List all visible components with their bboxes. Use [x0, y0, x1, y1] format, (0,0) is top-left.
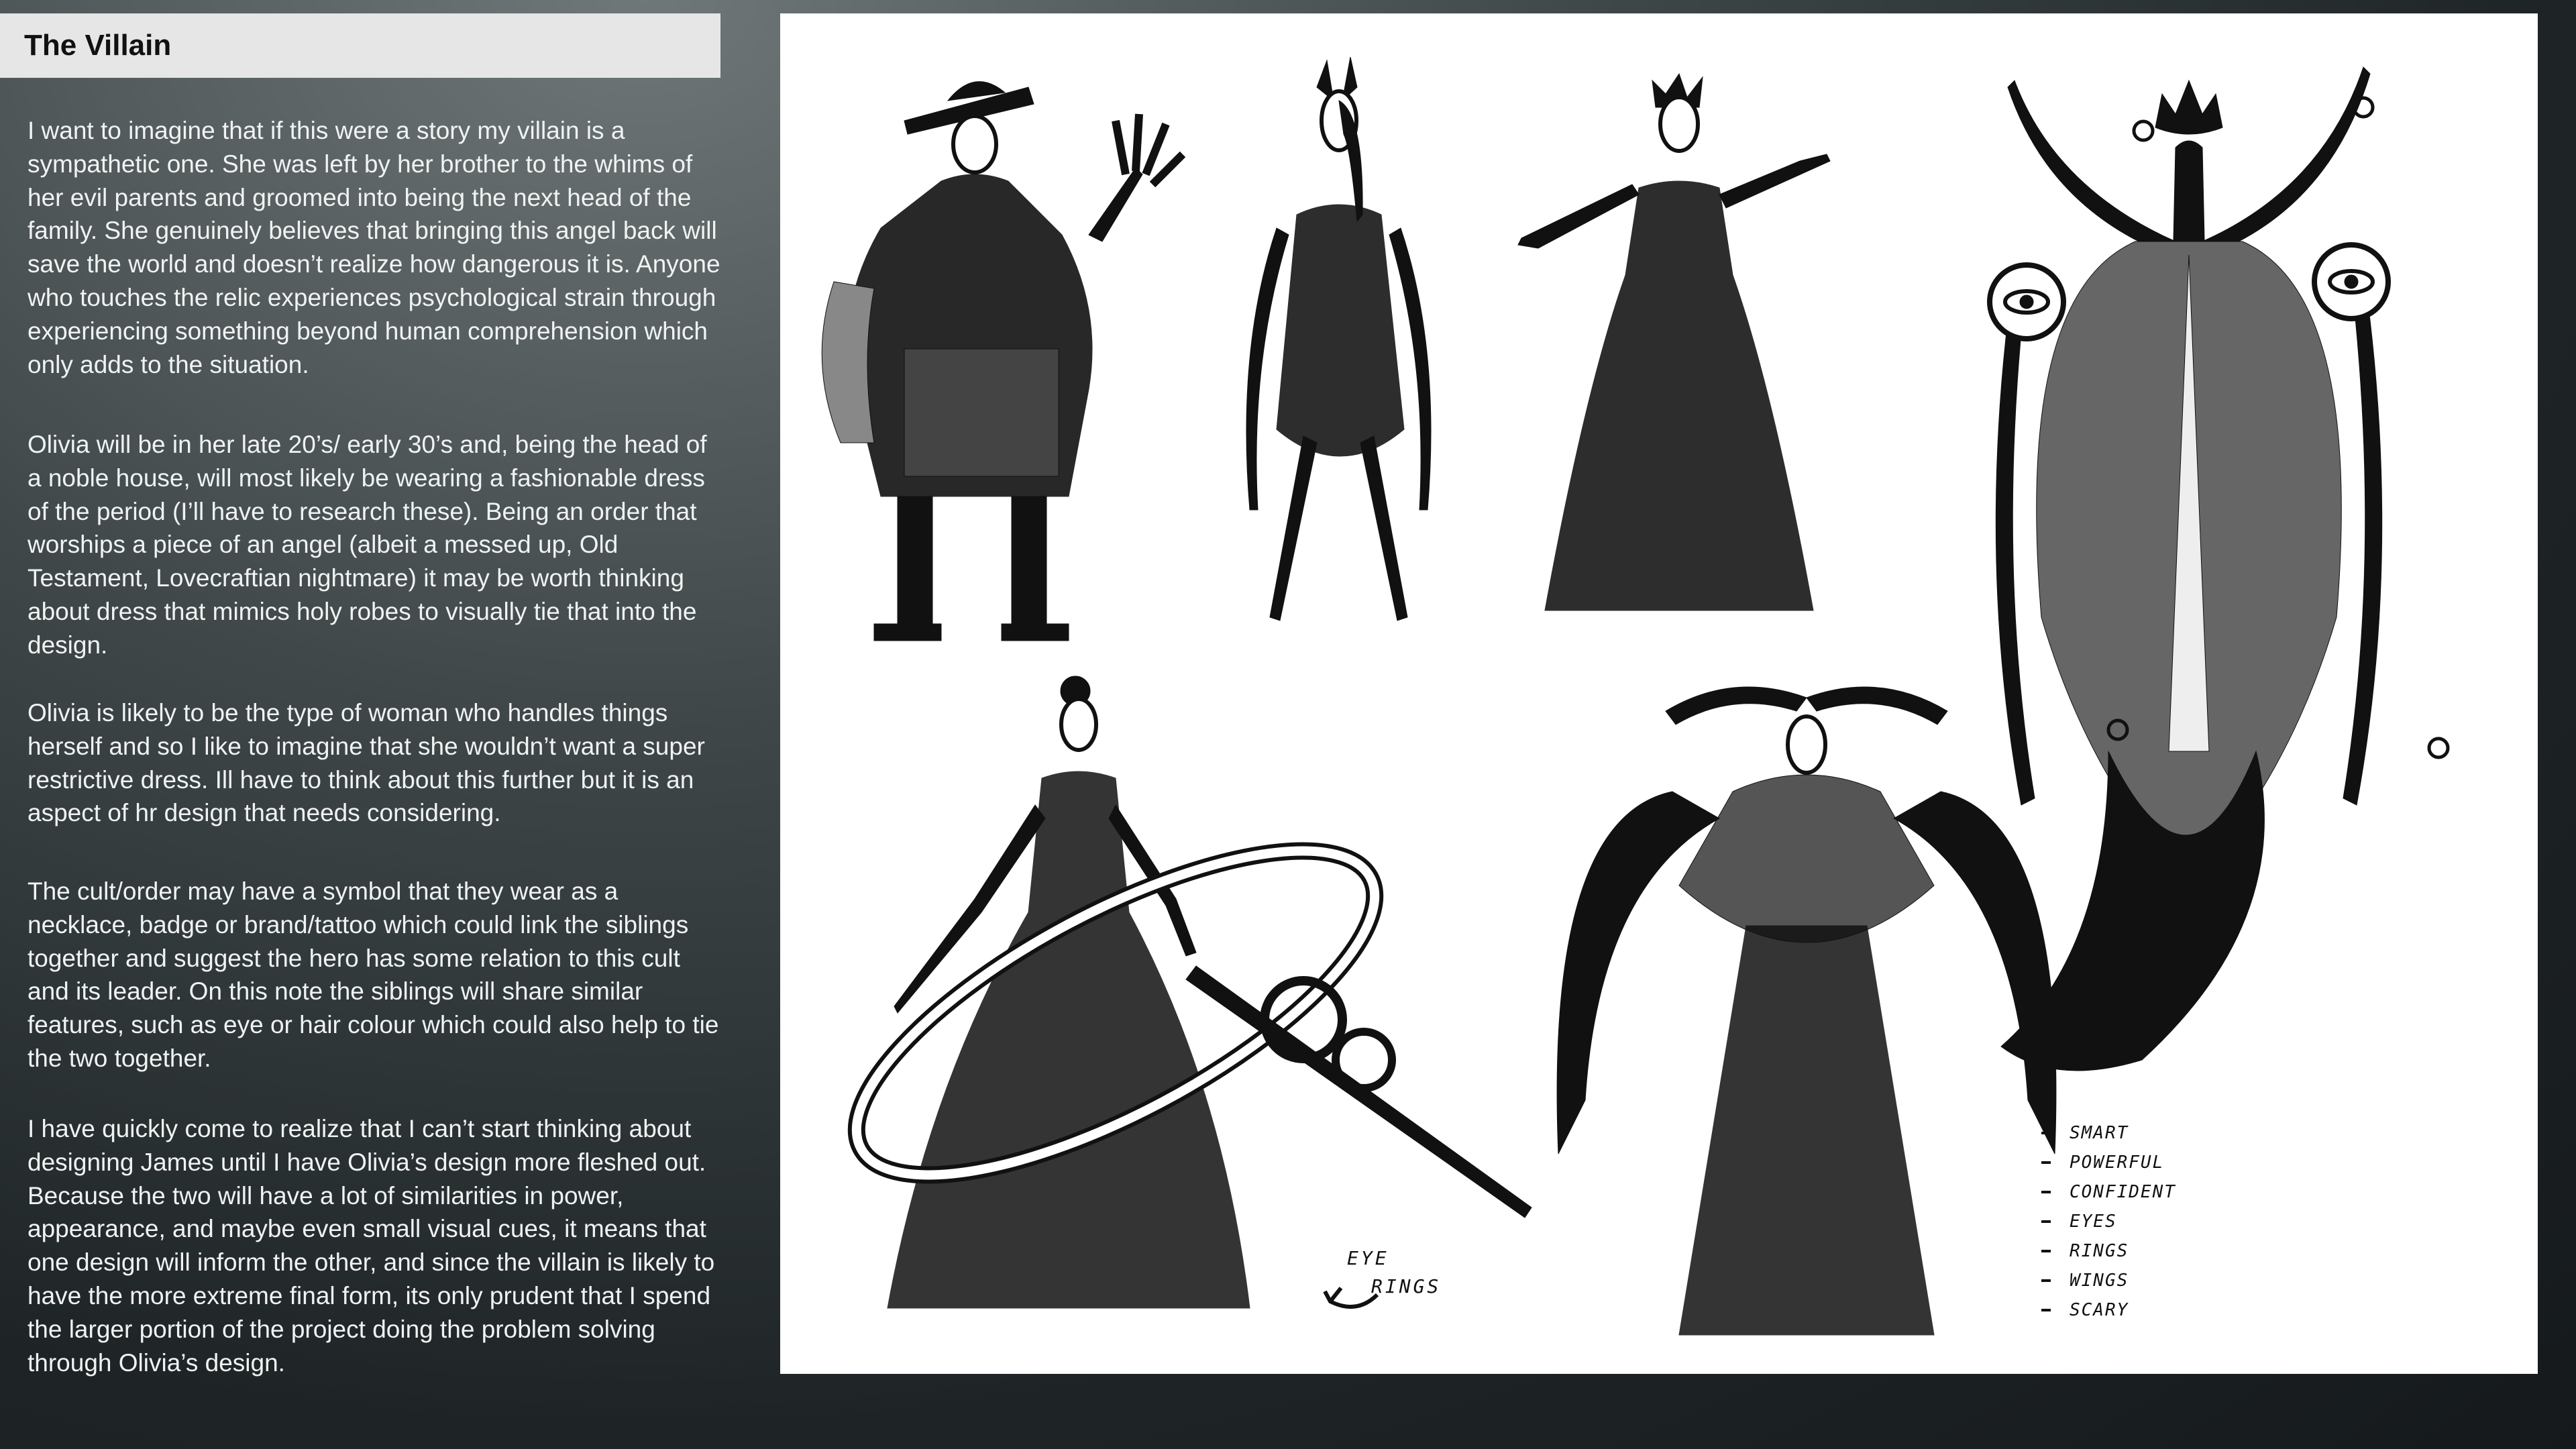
title-bar: The Villain: [0, 13, 720, 78]
note-item: EYES: [2041, 1209, 2176, 1234]
note-item: POWERFUL: [2041, 1150, 2176, 1175]
sketch-figure-winged-angel: [1987, 66, 2450, 1071]
paragraph-age-dress: Olivia will be in her late 20’s/ early 3…: [28, 431, 707, 659]
page-title: The Villain: [24, 29, 172, 62]
sketch-figure-crown-gown: [1517, 72, 1831, 611]
note-item: CONFIDENT: [2041, 1179, 2176, 1205]
concept-art-panel: SMART POWERFUL CONFIDENT EYES RINGS WING…: [780, 13, 2538, 1374]
eye-rings-callout: EYE RINGS: [1347, 1244, 1441, 1301]
note-item: RINGS: [2041, 1238, 2176, 1264]
sketch-figure-horned-blades: [1246, 56, 1432, 621]
note-item: WINGS: [2041, 1268, 2176, 1293]
trait-notes: SMART POWERFUL CONFIDENT EYES RINGS WING…: [2041, 1120, 2176, 1327]
paragraph-design-process: I have quickly come to realize that I ca…: [28, 1115, 715, 1377]
paragraph-cult-symbol: The cult/order may have a symbol that th…: [28, 877, 719, 1072]
concept-sketches: [821, 56, 2450, 1336]
paragraph-backstory: I want to imagine that if this were a st…: [28, 117, 720, 378]
sketch-figure-rings-sword: [847, 676, 1532, 1309]
sketch-figure-horned-cape: [1556, 686, 2057, 1336]
paragraph-personality: Olivia is likely to be the type of woman…: [28, 699, 705, 827]
note-item: SCARY: [2041, 1297, 2176, 1323]
note-item: SMART: [2041, 1120, 2176, 1146]
callout-line: EYE: [1347, 1247, 1389, 1269]
sketch-figure-hat-claw: [821, 81, 1186, 641]
callout-line: RINGS: [1371, 1275, 1442, 1297]
